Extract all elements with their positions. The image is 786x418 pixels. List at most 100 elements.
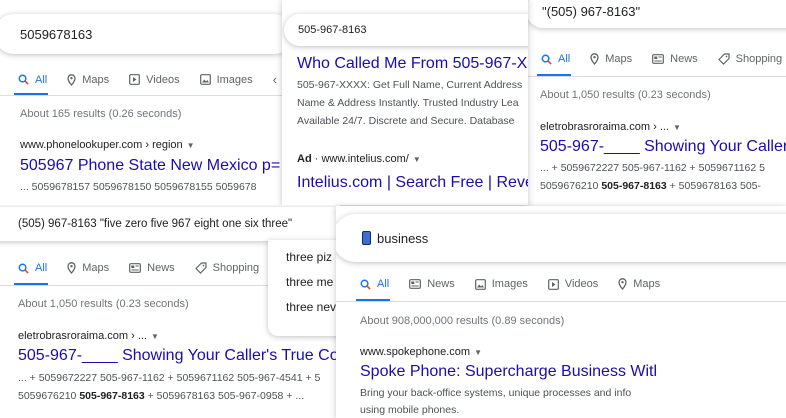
snippet-highlight: 505-967-8163: [79, 390, 145, 402]
image-icon: [474, 278, 486, 290]
divider: [336, 301, 786, 302]
suggestion-item[interactable]: three nev: [286, 300, 336, 314]
panel-search-business: business All News Images Videos Maps Abo…: [336, 206, 786, 418]
snippet-text: + 5059678163 505-967-0958 + ...: [144, 390, 305, 402]
tab-maps[interactable]: Maps: [67, 74, 109, 86]
tab-all[interactable]: All: [360, 278, 389, 290]
tab-all[interactable]: All: [541, 53, 570, 65]
tab-shopping[interactable]: Shopping: [194, 262, 259, 274]
caret-down-icon[interactable]: ▼: [187, 141, 195, 150]
tab-label: All: [377, 278, 390, 290]
result-url[interactable]: www.spokephone.com ▼: [360, 346, 482, 358]
search-query[interactable]: business: [377, 231, 428, 246]
image-icon: [199, 74, 211, 85]
ad-url[interactable]: Ad · www.intelius.com/ ▼: [297, 153, 421, 165]
result-url[interactable]: eletrobrasroraima.com › ... ▼: [18, 330, 159, 342]
tab-videos[interactable]: Videos: [547, 278, 598, 290]
ad-label: Ad: [297, 153, 312, 165]
tab-label: Maps: [82, 262, 110, 274]
result-stats: About 165 results (0.26 seconds): [20, 108, 182, 120]
tab-videos[interactable]: Videos: [129, 74, 180, 86]
search-tabs: All Maps News Shopping: [541, 53, 786, 65]
search-query[interactable]: 5059678163: [20, 27, 92, 42]
video-play-icon: [547, 278, 559, 290]
result-title-link[interactable]: Who Called Me From 505-967-XX: [297, 55, 528, 73]
result-snippet-line: Available 24/7. Discrete and Secure. Dat…: [297, 115, 515, 127]
suggestion-item[interactable]: three me: [286, 275, 333, 289]
search-tabs: All Maps News Shopping: [18, 262, 279, 274]
search-box[interactable]: "(505) 967-8163": [528, 0, 786, 28]
result-snippet-line: using mobile phones.: [360, 404, 460, 416]
tab-label: News: [147, 262, 175, 274]
caret-down-icon[interactable]: ▼: [474, 348, 482, 357]
video-play-icon: [129, 74, 141, 85]
tab-label: Shopping: [735, 53, 783, 65]
caret-down-icon[interactable]: ▼: [413, 155, 421, 164]
news-icon: [129, 263, 142, 273]
tab-label: All: [35, 262, 48, 274]
tab-maps[interactable]: Maps: [618, 278, 660, 290]
result-url-text: www.phonelookuper.com › region: [20, 139, 183, 151]
chevron-left-icon: ‹: [272, 72, 277, 87]
tab-label: Images: [491, 278, 528, 290]
ad-title-link[interactable]: Intelius.com | Search Free | Reve: [297, 174, 528, 192]
result-snippet-line: ... + 5059672227 505-967-1162 + 50596711…: [18, 372, 321, 384]
search-tabs: All News Images Videos Maps: [360, 278, 680, 290]
tab-label: News: [427, 278, 455, 290]
news-icon: [409, 279, 422, 289]
ad-separator: ·: [311, 153, 322, 165]
tab-maps[interactable]: Maps: [67, 262, 109, 274]
result-snippet-line: 5059676210 505-967-8163 + 5059678163 505…: [540, 177, 761, 195]
result-snippet-line: 505-967-XXXX: Get Full Name, Current Add…: [297, 79, 523, 91]
search-box[interactable]: business: [336, 214, 786, 262]
search-query[interactable]: 505-967-8163: [298, 24, 367, 36]
tab-label: Maps: [82, 73, 110, 86]
tab-maps[interactable]: Maps: [590, 53, 632, 65]
tab-images[interactable]: Images: [199, 73, 253, 86]
snippet-text: 5059676210: [540, 180, 602, 192]
search-box[interactable]: ⚲ (505) 967-8163 "five zero five 967 eig…: [0, 207, 340, 241]
tab-label: Images: [216, 73, 253, 86]
result-snippet-line: Bring your back-office systems, unique p…: [360, 387, 632, 399]
snippet-text: + 5059678163 505-: [666, 180, 762, 192]
tab-all[interactable]: All: [18, 262, 47, 274]
result-title-link[interactable]: 505-967-____ Showing Your Caller: [540, 138, 786, 156]
tab-label: All: [558, 53, 571, 65]
caret-down-icon[interactable]: ▼: [673, 123, 681, 132]
tab-news[interactable]: News: [129, 262, 175, 274]
result-title-link[interactable]: 505967 Phone State New Mexico p=: [20, 157, 280, 175]
suggestion-item[interactable]: three piz: [286, 250, 332, 264]
divider: [0, 95, 282, 96]
search-icon: [18, 263, 29, 274]
caret-down-icon[interactable]: ▼: [151, 332, 159, 341]
tab-label: News: [670, 53, 698, 65]
search-box[interactable]: 5059678163: [0, 14, 282, 54]
panel-search-hyphenated: 505-967-8163 Who Called Me From 505-967-…: [282, 0, 528, 205]
map-pin-icon: [618, 278, 627, 290]
search-tabs: All Maps Videos Images ‹: [18, 72, 282, 87]
tab-label: Maps: [633, 278, 661, 290]
tab-all[interactable]: All: [18, 74, 47, 86]
search-query[interactable]: "(505) 967-8163": [542, 4, 640, 19]
snippet-highlight: 505-967-8163: [601, 180, 667, 192]
phone-emoji-icon: [362, 231, 371, 245]
tab-images[interactable]: Images: [474, 278, 528, 290]
result-title-link[interactable]: 505-967-____ Showing Your Caller's True …: [18, 347, 340, 365]
tab-news[interactable]: News: [652, 53, 698, 65]
result-snippet-line: 5059676210 505-967-8163 + 5059678163 505…: [18, 387, 304, 405]
search-query[interactable]: (505) 967-8163 "five zero five 967 eight…: [18, 218, 292, 230]
tab-more[interactable]: ‹: [273, 72, 277, 87]
map-pin-icon: [590, 53, 599, 65]
tab-shopping[interactable]: Shopping: [717, 53, 783, 65]
result-url[interactable]: www.phonelookuper.com › region ▼: [20, 139, 195, 151]
result-snippet-line: ... + 5059672227 505-967-1162 + 50596711…: [540, 162, 765, 174]
search-box[interactable]: 505-967-8163: [284, 14, 528, 46]
snippet-text: 5059676210: [18, 390, 80, 402]
ad-url-text: www.intelius.com/: [321, 153, 409, 165]
map-pin-icon: [67, 262, 76, 274]
result-title-link[interactable]: Spoke Phone: Supercharge Business Witl: [360, 363, 657, 381]
tab-news[interactable]: News: [409, 278, 455, 290]
result-snippet-line: Name & Address Instantly. Trusted Indust…: [297, 97, 519, 109]
tab-label: All: [35, 73, 48, 86]
result-url[interactable]: eletrobrasroraima.com › ... ▼: [540, 121, 681, 133]
